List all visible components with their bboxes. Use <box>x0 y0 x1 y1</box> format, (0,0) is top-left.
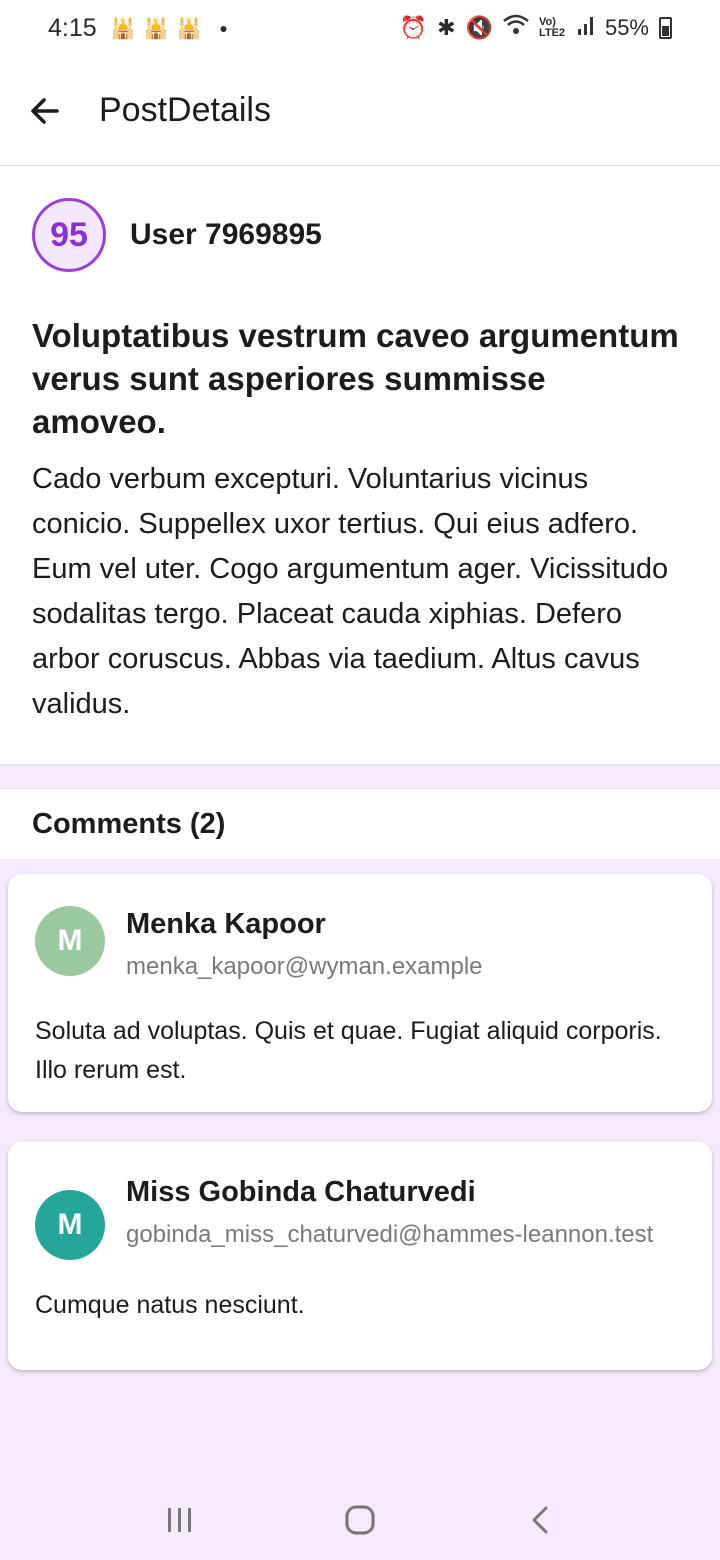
recents-icon <box>168 1508 191 1532</box>
avatar: M <box>35 906 105 976</box>
status-bar: 4:15 🕌 🕌 🕌 ● ⏰ ✱ 🔇 Vo) LTE2 55% <box>0 0 720 56</box>
home-icon <box>345 1505 375 1535</box>
page-title: PostDetails <box>99 91 271 129</box>
post-author: User 7969895 <box>130 218 322 251</box>
alarm-icon: ⏰ <box>399 15 428 40</box>
mute-icon: 🔇 <box>465 15 493 40</box>
signal-icon <box>577 15 595 41</box>
comment-email: gobinda_miss_chaturvedi@hammes-leannon.t… <box>126 1221 654 1248</box>
comment-card: M Menka Kapoor menka_kapoor@wyman.exampl… <box>8 874 712 1112</box>
comment-text: Cumque natus nesciunt. <box>35 1291 305 1319</box>
comment-header: M Menka Kapoor menka_kapoor@wyman.exampl… <box>35 906 685 982</box>
status-time: 4:15 <box>48 13 97 42</box>
comment-author: Miss Gobinda Chaturvedi <box>126 1176 476 1208</box>
comment-header: M Miss Gobinda Chaturvedi gobinda_miss_c… <box>35 1174 685 1260</box>
back-button[interactable] <box>0 56 90 166</box>
comment-card: M Miss Gobinda Chaturvedi gobinda_miss_c… <box>8 1142 712 1370</box>
comments-title: Comments (2) <box>32 807 226 840</box>
post-section: 95 User 7969895 Voluptatibus vestrum cav… <box>0 166 720 766</box>
notification-mosque-icon: 🕌 <box>143 17 169 40</box>
home-button[interactable] <box>320 1480 400 1560</box>
system-nav-bar <box>0 1480 720 1560</box>
notification-mosque-icon: 🕌 <box>176 17 202 40</box>
comments-header: Comments (2) <box>0 788 720 859</box>
avatar: M <box>35 1190 105 1260</box>
nav-back-button[interactable] <box>500 1480 580 1560</box>
notification-dot-icon: ● <box>219 20 228 36</box>
nav-back-icon <box>532 1506 548 1534</box>
battery-icon <box>659 17 672 39</box>
comment-text: Soluta ad voluptas. Quis et quae. Fugiat… <box>35 1017 662 1084</box>
notification-mosque-icon: 🕌 <box>110 17 136 40</box>
wifi-icon <box>503 14 529 42</box>
recents-button[interactable] <box>140 1480 220 1560</box>
post-body: Cado verbum excepturi. Voluntarius vicin… <box>32 463 669 720</box>
bluetooth-icon: ✱ <box>437 15 456 40</box>
arrow-back-icon <box>31 97 59 124</box>
post-title: Voluptatibus vestrum caveo argumentum ve… <box>32 317 679 440</box>
app-bar: PostDetails <box>0 56 720 166</box>
comment-author: Menka Kapoor <box>126 908 326 940</box>
network-type-label: Vo) LTE2 <box>538 16 566 39</box>
battery-percent: 55% <box>604 15 649 40</box>
comment-email: menka_kapoor@wyman.example <box>126 953 483 980</box>
score-badge: 95 <box>32 198 106 272</box>
post-author-row: 95 User 7969895 <box>32 198 688 272</box>
